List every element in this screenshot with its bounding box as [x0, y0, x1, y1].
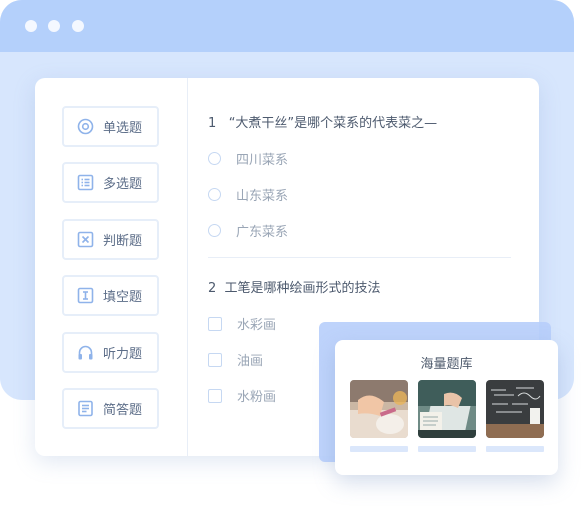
- question-number: 1: [208, 116, 217, 131]
- sidebar-item-short-answer[interactable]: 简答题: [62, 388, 159, 429]
- radio-icon: [77, 118, 94, 135]
- cross-box-icon: [77, 231, 94, 248]
- question-title: 2 工笔是哪种绘画形式的技法: [208, 277, 381, 296]
- window-dot-3: [72, 20, 84, 32]
- sidebar-item-label: 判断题: [103, 234, 143, 249]
- sidebar-divider: [187, 78, 188, 456]
- thumbnail-caption-bar: [350, 446, 408, 452]
- option-label: 水粉画: [237, 390, 277, 405]
- answer-option[interactable]: 水粉画: [208, 386, 276, 405]
- question-text: 工笔是哪种绘画形式的技法: [224, 281, 381, 296]
- laptop-notes-photo[interactable]: [418, 380, 476, 438]
- checkbox[interactable]: [208, 316, 222, 331]
- headphones-icon: [77, 344, 94, 361]
- sidebar-item-label: 多选题: [103, 177, 143, 192]
- sidebar-item-listening[interactable]: 听力题: [62, 332, 159, 373]
- option-label: 水彩画: [237, 318, 277, 333]
- checkbox[interactable]: [208, 352, 222, 367]
- text-cursor-icon: [77, 287, 94, 304]
- thumbnail-caption-bar: [418, 446, 476, 452]
- option-label: 四川菜系: [236, 153, 289, 168]
- chalkboard-photo[interactable]: [486, 380, 544, 438]
- sidebar-item-single-choice[interactable]: 单选题: [62, 106, 159, 147]
- question-text: “大煮干丝”是哪个菜系的代表菜之—: [228, 116, 438, 131]
- answer-option[interactable]: 山东菜系: [208, 185, 288, 204]
- sidebar-item-multiple-choice[interactable]: 多选题: [62, 162, 159, 203]
- sidebar-item-label: 填空题: [103, 290, 143, 305]
- document-icon: [77, 400, 94, 417]
- radio-button[interactable]: [208, 152, 221, 165]
- answer-option[interactable]: 广东菜系: [208, 221, 288, 240]
- window-dot-1: [25, 20, 37, 32]
- radio-button[interactable]: [208, 188, 221, 201]
- sidebar-item-label: 简答题: [103, 403, 143, 418]
- sidebar-item-label: 听力题: [103, 347, 143, 362]
- question-title: 1 “大煮干丝”是哪个菜系的代表菜之—: [208, 112, 437, 131]
- study-desk-photo[interactable]: [350, 380, 408, 438]
- checkbox[interactable]: [208, 388, 222, 403]
- question-bank-card[interactable]: 海量题库: [335, 340, 558, 475]
- option-label: 油画: [237, 354, 264, 369]
- window-titlebar: [0, 0, 574, 52]
- list-icon: [77, 174, 94, 191]
- answer-option[interactable]: 水彩画: [208, 314, 276, 333]
- thumbnail-caption-bar: [486, 446, 544, 452]
- sidebar-item-fill-blank[interactable]: 填空题: [62, 275, 159, 316]
- sidebar-item-label: 单选题: [103, 121, 143, 136]
- window-dot-2: [48, 20, 60, 32]
- question-divider: [208, 257, 511, 258]
- option-label: 广东菜系: [236, 225, 289, 240]
- question-bank-title: 海量题库: [420, 357, 473, 372]
- sidebar-item-true-false[interactable]: 判断题: [62, 219, 159, 260]
- radio-button[interactable]: [208, 224, 221, 237]
- question-number: 2: [208, 281, 217, 296]
- answer-option[interactable]: 四川菜系: [208, 149, 288, 168]
- answer-option[interactable]: 油画: [208, 350, 263, 369]
- option-label: 山东菜系: [236, 189, 289, 204]
